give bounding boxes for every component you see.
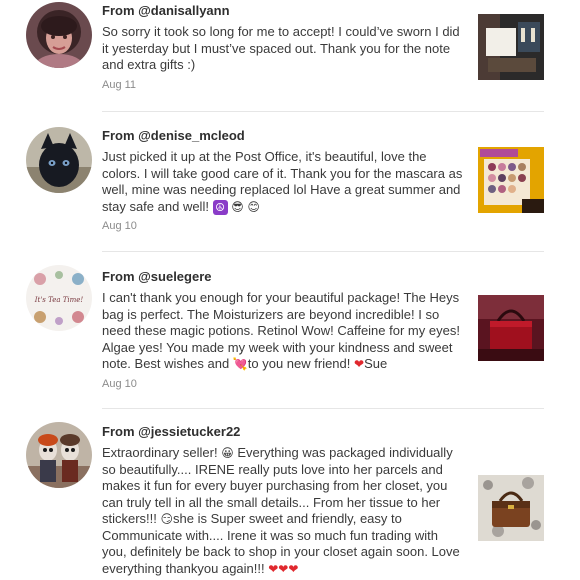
comment-date: Aug 11: [102, 78, 137, 91]
smirk-emoji: 😏: [160, 512, 174, 526]
comment-text-part: Just picked it up at the Post Office, it…: [102, 149, 463, 214]
listing-thumbnail[interactable]: [478, 147, 544, 213]
hearts-emoji: ❤❤❤: [268, 561, 299, 576]
comment-text: I can't thank you enough for your beauti…: [102, 290, 464, 373]
listing-thumbnail[interactable]: [478, 295, 544, 361]
sunglasses-emoji: 😎: [231, 199, 244, 214]
comment-author[interactable]: From @suelegere: [102, 268, 464, 285]
comment-text: So sorry it took so long for me to accep…: [102, 24, 460, 72]
comment-text-part: to you new friend!: [247, 356, 354, 371]
comment-author[interactable]: From @denise_mcleod: [102, 127, 464, 144]
comment-date: Aug 10: [102, 220, 137, 232]
avatar[interactable]: [26, 422, 92, 488]
comment-feed: From @danisallyann So sorry it took so l…: [0, 0, 580, 580]
divider: [102, 408, 544, 409]
comment-author[interactable]: From @jessietucker22: [102, 423, 464, 440]
avatar-caption: It's Tea Time!: [34, 296, 84, 304]
divider: [102, 111, 544, 112]
grin-emoji: 😀: [221, 446, 234, 460]
avatar[interactable]: [26, 2, 92, 68]
heart-arrow-emoji: 💘: [232, 357, 248, 371]
peace-emoji: ☮: [212, 199, 228, 215]
avatar[interactable]: [26, 127, 92, 193]
comment-text: Just picked it up at the Post Office, it…: [102, 149, 464, 215]
listing-thumbnail[interactable]: [478, 475, 544, 541]
comment-date: Aug 10: [102, 377, 137, 390]
comment-text: Extraordinary seller! 😀 Everything was p…: [102, 445, 464, 577]
divider: [102, 251, 544, 252]
comment-text-part: Sue: [364, 356, 388, 371]
listing-thumbnail[interactable]: [478, 14, 544, 80]
avatar[interactable]: It's Tea Time!: [26, 265, 92, 331]
smile-emoji: 😊: [247, 199, 260, 214]
comment-author[interactable]: From @danisallyann: [102, 2, 464, 19]
comment-text-part: Extraordinary seller!: [102, 445, 222, 460]
red-heart-emoji: ❤: [354, 357, 365, 371]
